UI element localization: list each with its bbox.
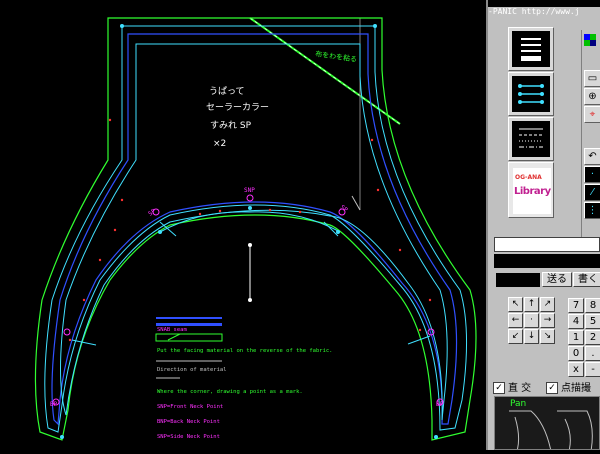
line-style-solid-button[interactable] (508, 27, 554, 71)
right-angle-checkbox[interactable]: ✓ 直 交 (493, 379, 532, 394)
check-icon: ✓ (493, 382, 505, 394)
arrow-up-right-icon[interactable]: ↗ (540, 297, 555, 312)
library-logo: OG-ANA Library (513, 168, 551, 214)
menu-strip (488, 0, 600, 7)
arrow-pad: ↖ ↑ ↗ ← · → ↙ ↓ ↘ (508, 297, 556, 345)
outer-cut-line (34, 17, 477, 441)
point-tool-icon[interactable]: · (584, 166, 600, 183)
line-points-icon (518, 84, 544, 104)
legend-item-3: Direction of material (157, 367, 227, 373)
send-button[interactable]: 送る (542, 272, 572, 287)
line-dashed-icon (519, 128, 543, 148)
arrow-left-icon[interactable]: ← (508, 313, 523, 328)
pattern-name-label: うぱって (209, 86, 245, 97)
write-button[interactable]: 書く (573, 272, 600, 287)
bp-left-label: BP (50, 401, 58, 408)
arrow-down-left-icon[interactable]: ↙ (508, 329, 523, 344)
legend-item-1: SNAB seam (157, 327, 187, 333)
pattern-size-label: すみれ SP (210, 120, 252, 131)
pattern-part-label: セーラーカラー (206, 102, 269, 113)
legend-item-4: Where the corner, drawing a point as a m… (157, 389, 303, 395)
arrow-right-icon[interactable]: → (540, 313, 555, 328)
color-palette-icon[interactable] (582, 30, 599, 54)
window-title: -PANIC http://www.j (488, 7, 580, 16)
zoom-in-icon[interactable]: ⊕ (584, 88, 600, 105)
key-0[interactable]: 0 (568, 346, 584, 361)
arrow-down-right-icon[interactable]: ↘ (540, 329, 555, 344)
dotted-tool-icon[interactable]: ⋮ (584, 202, 600, 219)
seam-line-inner (60, 43, 448, 421)
library-logo-top: OG-ANA (515, 174, 542, 181)
key-4[interactable]: 4 (568, 314, 584, 329)
legend-item-2: Put the facing material on the reverse o… (157, 348, 333, 354)
command-input[interactable] (494, 237, 600, 252)
key-1[interactable]: 1 (568, 330, 584, 345)
key-multiply[interactable]: x (568, 362, 584, 377)
arrow-center-icon[interactable]: · (524, 313, 539, 328)
legend-item-6: BNP=Back Neck Point (157, 419, 220, 425)
value-display (496, 273, 540, 287)
notch-right-lower (407, 335, 431, 345)
line-tool-icon[interactable]: ⁄ (584, 184, 600, 201)
crosshair-icon[interactable]: ⌖ (584, 106, 600, 123)
mark-points (68, 118, 432, 342)
pattern-canvas[interactable]: うぱって セーラーカラー すみれ SP ×2 布をわを粘る SNP SP SP … (0, 0, 488, 450)
save-icon[interactable]: ▭ (584, 70, 600, 87)
point-draw-checkbox[interactable]: ✓ 点描撮 (546, 379, 591, 394)
key-2[interactable]: 2 (585, 330, 600, 345)
line-solid-icon (521, 38, 541, 61)
key-minus[interactable]: - (585, 362, 600, 377)
bp-right-label: BP (436, 401, 444, 408)
arrow-down-icon[interactable]: ↓ (524, 329, 539, 344)
key-5[interactable]: 5 (585, 314, 600, 329)
pattern-quantity-label: ×2 (213, 139, 226, 149)
line-style-dashed-button[interactable] (508, 117, 554, 161)
key-8[interactable]: 8 (585, 298, 600, 313)
pattern-drawing[interactable]: うぱって セーラーカラー すみれ SP ×2 布をわを粘る SNP SP SP … (0, 0, 488, 450)
status-bar (494, 254, 600, 268)
key-dot[interactable]: . (585, 346, 600, 361)
legend-item-7: SNP=Side Neck Point (157, 434, 220, 440)
seam-points (60, 24, 438, 439)
preview-thumbnail (509, 410, 593, 449)
library-button[interactable]: OG-ANA Library (508, 162, 554, 218)
pattern-preview[interactable]: Pan (494, 396, 600, 450)
right-angle-label: 直 交 (508, 383, 532, 394)
point-draw-label: 点描撮 (561, 383, 591, 394)
notch-right (323, 221, 339, 237)
undo-icon[interactable]: ↶ (584, 148, 600, 165)
arrow-up-icon[interactable]: ↑ (524, 297, 539, 312)
key-7[interactable]: 7 (568, 298, 584, 313)
legend-item-5: SNP=Front Neck Point (157, 404, 223, 410)
notch-line (351, 195, 361, 211)
check-icon: ✓ (546, 382, 558, 394)
snp-marker-label: SNP (244, 187, 255, 194)
tool-column: ▭ ⊕ ⌖ ↶ · ⁄ ⋮ (581, 30, 600, 240)
sp-right-label: SP (339, 204, 349, 214)
library-logo-text: Library (514, 186, 551, 197)
line-style-points-button[interactable] (508, 72, 554, 116)
fold-label: 布をわを粘る (315, 49, 358, 64)
arrow-up-left-icon[interactable]: ↖ (508, 297, 523, 312)
tool-panel: -PANIC http://www.j OG-ANA Library ▭ ⊕ ⌖… (488, 0, 600, 450)
finish-line (51, 33, 458, 426)
